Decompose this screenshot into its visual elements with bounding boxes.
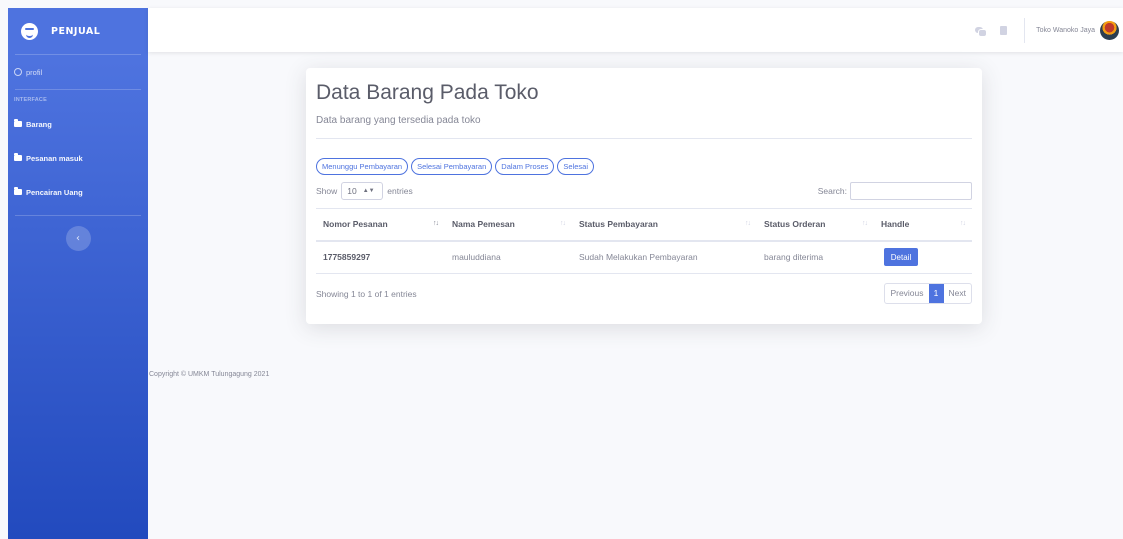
user-name[interactable]: Toko Wanoko Jaya	[1036, 27, 1095, 34]
sidebar: PENJUAL profil INTERFACE Barang Pesanan …	[8, 8, 148, 539]
filter-menunggu-pembayaran-button[interactable]: Menunggu Pembayaran	[316, 158, 409, 175]
column-header-nama-pemesan[interactable]: Nama Pemesan ↑↓	[445, 208, 572, 242]
brand[interactable]: PENJUAL	[8, 8, 148, 54]
cell-nomor-pesanan: 1775859297	[316, 240, 445, 274]
sort-icon: ↑↓	[433, 220, 439, 227]
sort-icon: ↑↓	[560, 220, 566, 227]
column-label: Nama Pemesan	[452, 219, 515, 230]
sort-icon: ↑↓	[862, 220, 868, 227]
documents-button[interactable]	[1000, 25, 1008, 35]
folder-icon	[14, 119, 22, 127]
column-label: Handle	[881, 219, 910, 230]
table-footer: Showing 1 to 1 of 1 entries Previous 1 N…	[316, 283, 972, 304]
sidebar-item-pencairan-uang[interactable]: Pencairan Uang	[8, 175, 148, 209]
document-icon	[1000, 25, 1008, 35]
copyright-text: Copyright © UMKM Tulungagung 2021	[149, 371, 270, 378]
data-card: Data Barang Pada Toko Data barang yang t…	[306, 68, 982, 324]
filter-selesai-button[interactable]: Selesai	[557, 158, 594, 175]
sidebar-item-label: profil	[26, 67, 43, 77]
chevron-left-icon: ‹	[76, 233, 80, 244]
smile-logo-icon	[21, 22, 38, 40]
page-title: Data Barang Pada Toko	[316, 81, 539, 104]
avatar[interactable]	[1100, 20, 1119, 40]
column-header-status-pembayaran[interactable]: Status Pembayaran ↑↓	[572, 208, 757, 242]
topbar: Toko Wanoko Jaya	[148, 8, 1123, 52]
cell-status-pembayaran: Sudah Melakukan Pembayaran	[572, 240, 757, 274]
search-input[interactable]	[850, 182, 972, 200]
sidebar-item-label: Pesanan masuk	[26, 153, 83, 163]
brand-name: PENJUAL	[51, 25, 101, 37]
sidebar-item-label: Barang	[26, 119, 52, 129]
pagination: Previous 1 Next	[884, 283, 972, 304]
folder-icon	[14, 153, 22, 161]
length-prefix: Show	[316, 186, 338, 196]
cell-status-orderan: barang diterima	[757, 240, 874, 274]
sidebar-item-profil[interactable]: profil	[8, 55, 148, 89]
sidebar-item-barang[interactable]: Barang	[8, 107, 148, 141]
page-1-button[interactable]: 1	[928, 284, 944, 303]
column-label: Nomor Pesanan	[323, 219, 388, 230]
column-label: Status Pembayaran	[579, 219, 658, 230]
sort-caret-icon: ▲▼	[362, 188, 375, 194]
user-circle-icon	[14, 68, 22, 76]
card-divider	[316, 138, 972, 139]
cell-nama-pemesan: mauluddiana	[445, 240, 572, 274]
column-label: Status Orderan	[764, 219, 826, 230]
sidebar-toggle-button[interactable]: ‹	[65, 226, 91, 251]
entries-length: Show 10 ▲▼ entries	[316, 182, 413, 200]
sort-icon: ↑↓	[745, 220, 751, 227]
folder-icon	[14, 187, 22, 195]
search-label: Search:	[817, 186, 847, 196]
previous-page-button[interactable]: Previous	[885, 284, 928, 303]
table-header-row: Nomor Pesanan ↑↓ Nama Pemesan ↑↓ Status Pe…	[316, 208, 972, 242]
comments-icon	[975, 27, 988, 37]
entries-select[interactable]: 10 ▲▼	[341, 182, 384, 200]
sidebar-item-pesanan-masuk[interactable]: Pesanan masuk	[8, 141, 148, 175]
table-info: Showing 1 to 1 of 1 entries	[316, 288, 417, 299]
sidebar-divider	[15, 215, 141, 216]
topbar-divider	[1024, 17, 1026, 43]
entries-select-value: 10	[347, 186, 357, 196]
sidebar-item-label: Pencairan Uang	[26, 187, 83, 197]
column-header-nomor-pesanan[interactable]: Nomor Pesanan ↑↓	[316, 208, 445, 242]
table-row: 1775859297 mauluddiana Sudah Melakukan P…	[316, 240, 972, 274]
orders-table: Nomor Pesanan ↑↓ Nama Pemesan ↑↓ Status Pe…	[316, 208, 972, 274]
filter-dalam-proses-button[interactable]: Dalam Proses	[495, 158, 555, 175]
sidebar-heading: INTERFACE	[14, 97, 47, 103]
column-header-handle[interactable]: Handle ↑↓	[874, 208, 972, 242]
table-controls: Show 10 ▲▼ entries Search:	[316, 181, 972, 201]
status-filter-group: Menunggu Pembayaran Selesai Pembayaran D…	[316, 158, 972, 175]
length-suffix: entries	[387, 186, 413, 196]
detail-button[interactable]: Detail	[884, 248, 918, 267]
messages-button[interactable]	[975, 27, 988, 37]
sort-icon: ↑↓	[960, 220, 966, 227]
cell-handle: Detail	[874, 240, 972, 274]
next-page-button[interactable]: Next	[944, 284, 971, 303]
filter-selesai-pembayaran-button[interactable]: Selesai Pembayaran	[411, 158, 493, 175]
column-header-status-orderan[interactable]: Status Orderan ↑↓	[757, 208, 874, 242]
page-subtitle: Data barang yang tersedia pada toko	[316, 115, 481, 126]
table-search: Search:	[818, 182, 972, 200]
